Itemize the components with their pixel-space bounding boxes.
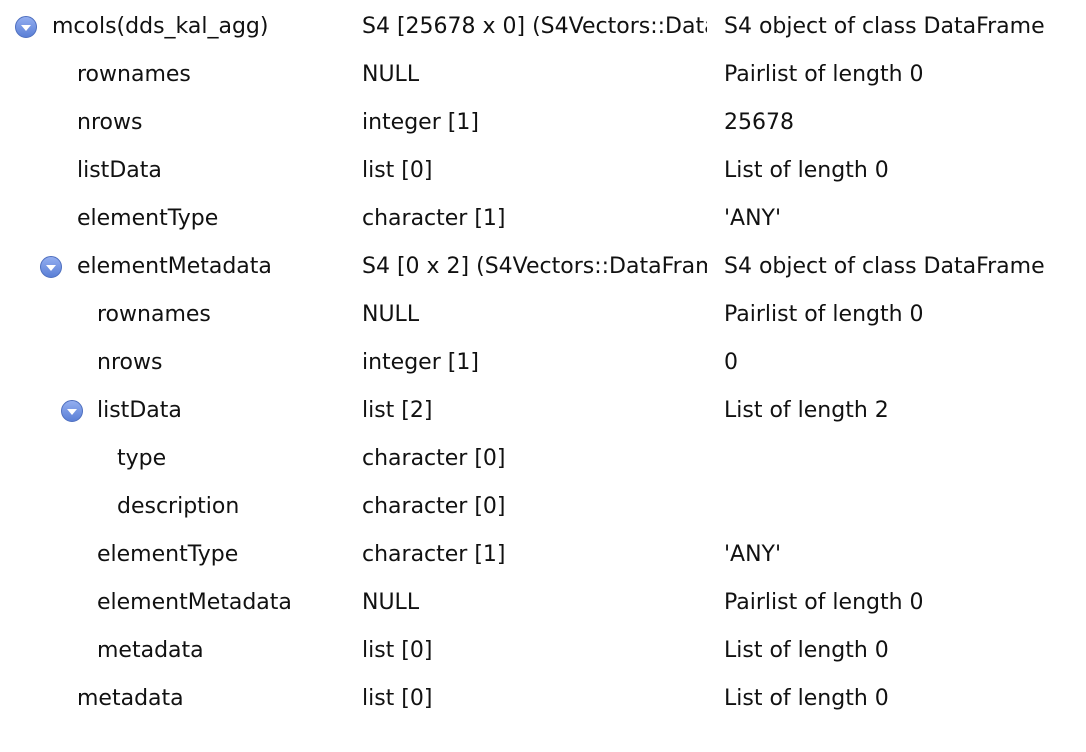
- type-cell: list [0]: [362, 158, 433, 183]
- name-cell: nrows: [0, 99, 348, 147]
- type-cell: character [0]: [362, 446, 506, 471]
- tree-row-metadata[interactable]: metadata list [0] List of length 0: [0, 675, 1086, 723]
- value-cell: S4 object of class DataFrame: [724, 254, 1045, 279]
- value-cell: 'ANY': [724, 206, 782, 231]
- variable-name: nrows: [77, 110, 143, 135]
- variable-name: listData: [97, 398, 182, 423]
- type-cell: list [2]: [362, 398, 433, 423]
- tree-row-type[interactable]: type character [0]: [0, 435, 1086, 483]
- type-cell: integer [1]: [362, 110, 479, 135]
- type-cell: NULL: [362, 62, 420, 87]
- type-cell: S4 [0 x 2] (S4Vectors::DataFrame): [362, 254, 707, 279]
- value-cell: [724, 483, 1086, 531]
- object-tree-view: mcols(dds_kal_agg) S4 [25678 x 0] (S4Vec…: [0, 0, 1086, 752]
- variable-name: description: [117, 494, 240, 519]
- value-cell: 25678: [724, 110, 794, 135]
- variable-name: mcols(dds_kal_agg): [52, 14, 269, 39]
- name-cell: elementType: [0, 531, 348, 579]
- value-cell: Pairlist of length 0: [724, 302, 924, 327]
- variable-name: listData: [77, 158, 162, 183]
- name-cell: listData: [0, 387, 348, 435]
- value-cell: Pairlist of length 0: [724, 62, 924, 87]
- name-cell: rownames: [0, 291, 348, 339]
- value-cell: List of length 0: [724, 638, 889, 663]
- value-cell: 'ANY': [724, 542, 782, 567]
- tree-row-metadata[interactable]: metadata list [0] List of length 0: [0, 627, 1086, 675]
- variable-name: elementMetadata: [97, 590, 292, 615]
- value-cell: 0: [724, 350, 738, 375]
- type-cell: list [0]: [362, 686, 433, 711]
- name-cell: description: [0, 483, 348, 531]
- variable-name: elementType: [97, 542, 239, 567]
- tree-row-listdata[interactable]: listData list [2] List of length 2: [0, 387, 1086, 435]
- type-cell: character [1]: [362, 206, 506, 231]
- type-cell: NULL: [362, 302, 420, 327]
- tree-row-rownames[interactable]: rownames NULL Pairlist of length 0: [0, 291, 1086, 339]
- variable-name: rownames: [97, 302, 211, 327]
- type-cell: S4 [25678 x 0] (S4Vectors::DataFrame): [362, 14, 707, 39]
- type-cell: character [0]: [362, 494, 506, 519]
- name-cell: metadata: [0, 627, 348, 675]
- variable-name: type: [117, 446, 167, 471]
- collapse-toggle-icon[interactable]: [61, 400, 83, 422]
- value-cell: Pairlist of length 0: [724, 590, 924, 615]
- variable-name: metadata: [97, 638, 204, 663]
- value-cell: List of length 0: [724, 686, 889, 711]
- tree-row-elementmetadata[interactable]: elementMetadata NULL Pairlist of length …: [0, 579, 1086, 627]
- tree-row-elementmetadata[interactable]: elementMetadata S4 [0 x 2] (S4Vectors::D…: [0, 243, 1086, 291]
- name-cell: elementMetadata: [0, 579, 348, 627]
- variable-name: nrows: [97, 350, 163, 375]
- tree-row-nrows[interactable]: nrows integer [1] 0: [0, 339, 1086, 387]
- type-cell: integer [1]: [362, 350, 479, 375]
- value-cell: List of length 0: [724, 158, 889, 183]
- tree-row-nrows[interactable]: nrows integer [1] 25678: [0, 99, 1086, 147]
- value-cell: S4 object of class DataFrame: [724, 14, 1045, 39]
- collapse-toggle-icon[interactable]: [15, 16, 37, 38]
- tree-row-elementtype[interactable]: elementType character [1] 'ANY': [0, 531, 1086, 579]
- type-cell: list [0]: [362, 638, 433, 663]
- name-cell: type: [0, 435, 348, 483]
- name-cell: rownames: [0, 51, 348, 99]
- tree-row-elementtype[interactable]: elementType character [1] 'ANY': [0, 195, 1086, 243]
- collapse-toggle-icon[interactable]: [40, 256, 62, 278]
- name-cell: listData: [0, 147, 348, 195]
- value-cell: List of length 2: [724, 398, 889, 423]
- type-cell: character [1]: [362, 542, 506, 567]
- tree-row-mcols[interactable]: mcols(dds_kal_agg) S4 [25678 x 0] (S4Vec…: [0, 3, 1086, 51]
- variable-name: rownames: [77, 62, 191, 87]
- name-cell: nrows: [0, 339, 348, 387]
- name-cell: elementType: [0, 195, 348, 243]
- variable-name: elementType: [77, 206, 219, 231]
- tree-row-listdata[interactable]: listData list [0] List of length 0: [0, 147, 1086, 195]
- variable-name: elementMetadata: [77, 254, 272, 279]
- name-cell: metadata: [0, 675, 348, 723]
- value-cell: [724, 435, 1086, 483]
- tree-row-rownames[interactable]: rownames NULL Pairlist of length 0: [0, 51, 1086, 99]
- name-cell: elementMetadata: [0, 243, 348, 291]
- name-cell: mcols(dds_kal_agg): [0, 3, 348, 51]
- variable-name: metadata: [77, 686, 184, 711]
- type-cell: NULL: [362, 590, 420, 615]
- tree-row-description[interactable]: description character [0]: [0, 483, 1086, 531]
